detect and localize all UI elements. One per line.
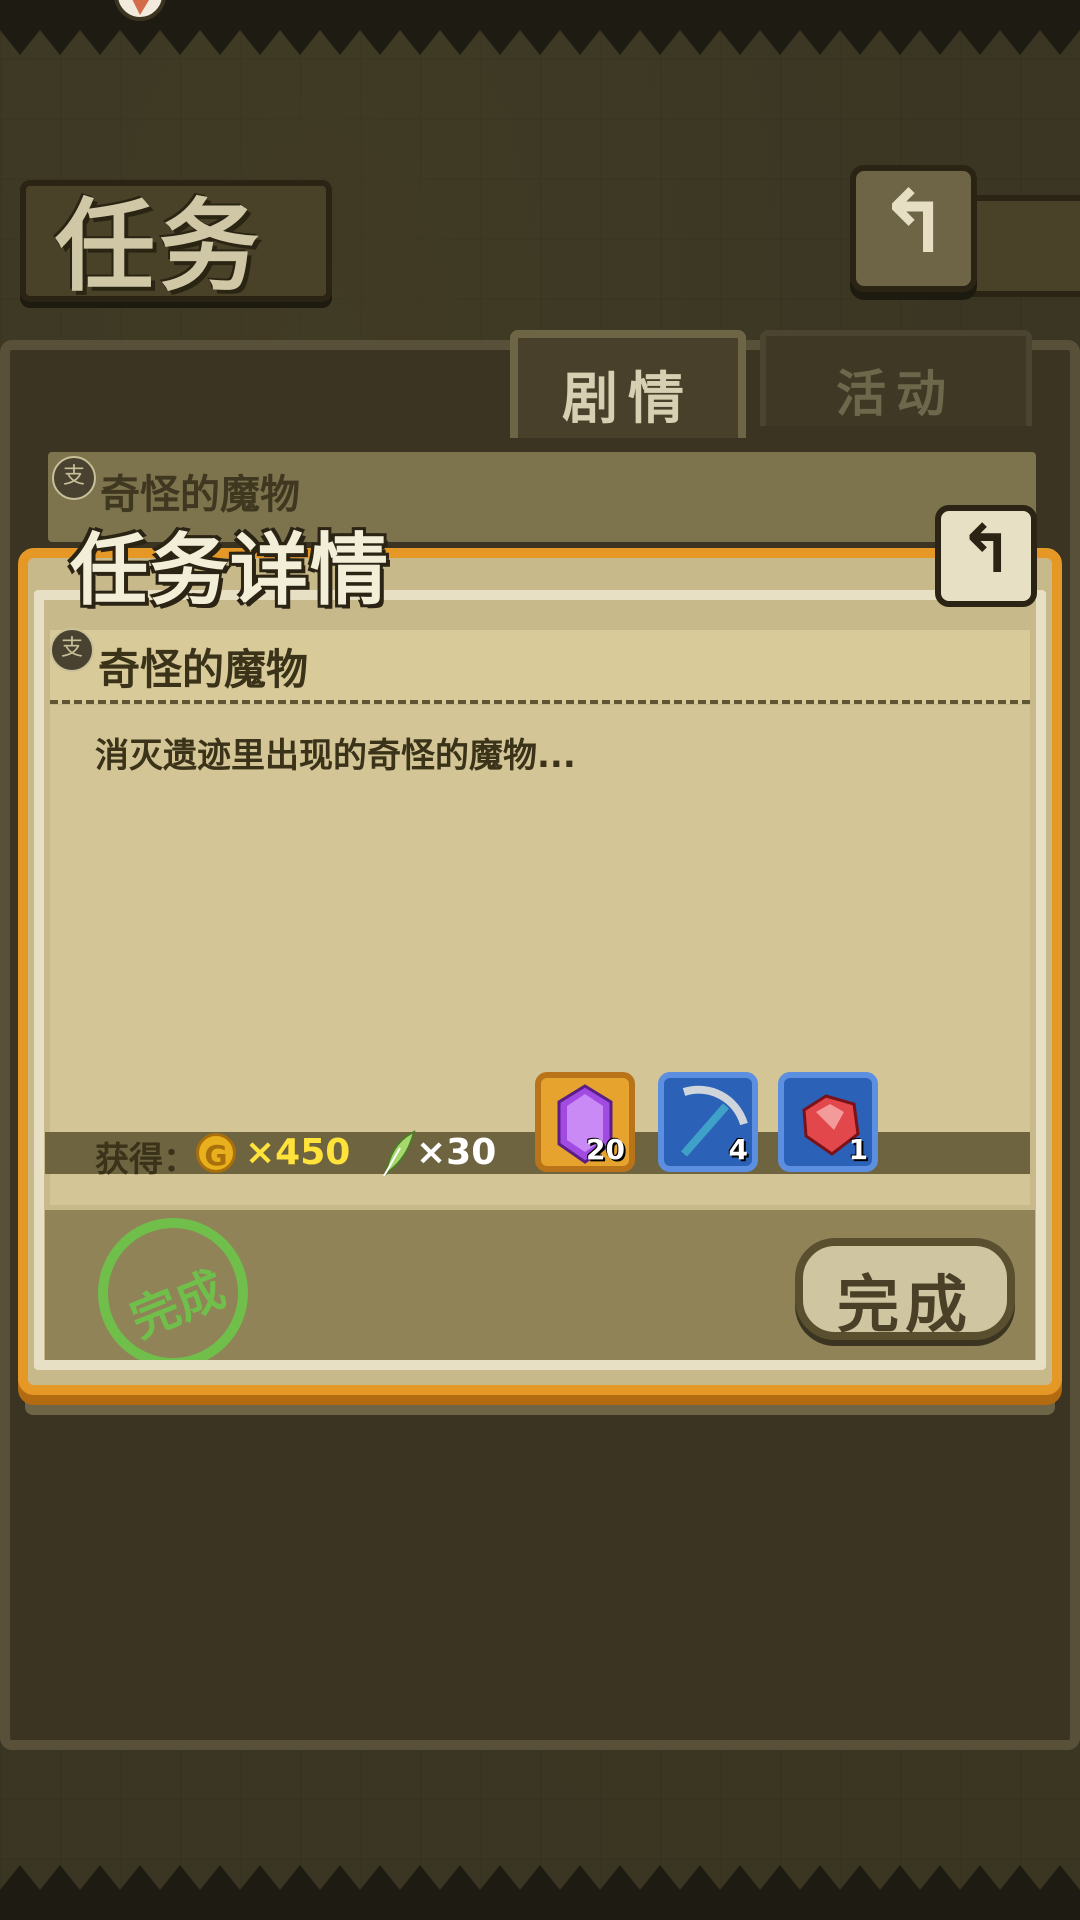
tab-story-label: 剧情 <box>562 367 694 432</box>
tab-event-label: 活动 <box>836 365 956 423</box>
return-icon: ↰ <box>958 511 1014 588</box>
tab-story[interactable]: 剧情 <box>510 330 746 438</box>
dialog-title: 任务详情 <box>70 526 391 616</box>
back-button[interactable]: ↰ <box>850 165 977 292</box>
board-bottom-rail <box>25 1395 1055 1415</box>
dialog-inner-frame <box>34 590 1046 1370</box>
side-quest-chip: 支 <box>52 456 96 500</box>
avatar-icon <box>114 0 166 21</box>
bottom-zigzag-border <box>0 1865 1080 1920</box>
tab-event[interactable]: 活动 <box>760 330 1032 426</box>
page-title: 任务 <box>55 188 263 305</box>
dialog-back-button[interactable]: ↰ <box>935 505 1037 607</box>
return-icon: ↰ <box>877 173 950 273</box>
back-button-strip <box>960 195 1080 297</box>
